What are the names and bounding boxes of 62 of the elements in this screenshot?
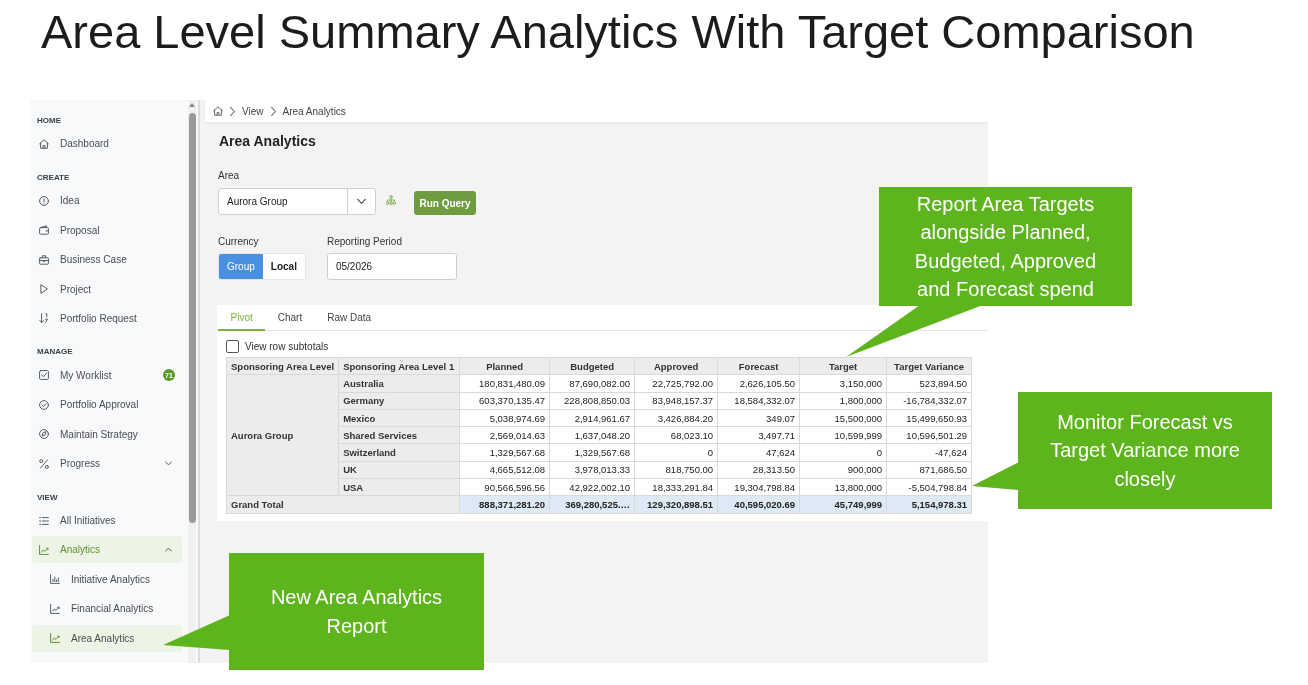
sidebar-item[interactable]: Idea <box>32 187 182 215</box>
home-icon[interactable] <box>213 106 223 116</box>
sidebar-item[interactable]: Progress <box>32 450 182 478</box>
sidebar-heading: HOME <box>37 115 61 127</box>
compass-icon <box>39 429 49 440</box>
column-header: Target <box>799 357 887 375</box>
column-header: Budgeted <box>549 357 635 375</box>
sidebar-item[interactable]: Proposal <box>32 216 182 244</box>
callout: New Area Analytics Report <box>229 553 484 670</box>
sidebar-item[interactable]: Portfolio Approval <box>32 391 182 419</box>
checkbox[interactable] <box>226 340 239 353</box>
callout-pointer <box>972 462 1019 490</box>
column-header: Planned <box>459 357 550 375</box>
line-chart-icon <box>50 603 60 614</box>
chevron-right-icon <box>230 106 235 116</box>
column-header: Target Variance <box>886 357 972 375</box>
area-dropdown[interactable]: Aurora Group <box>218 188 376 215</box>
sidebar-item[interactable]: All Initiatives <box>32 507 182 534</box>
field-label: Area <box>218 170 240 182</box>
page-title: Area Analytics <box>219 132 316 150</box>
percent-icon <box>39 458 49 469</box>
chevron-down-icon <box>357 197 366 206</box>
breadcrumb-link[interactable]: View <box>242 105 264 117</box>
field-label: Currency <box>218 236 259 248</box>
checkbox-label: View row subtotals <box>245 341 329 352</box>
sidebar-heading: CREATE <box>37 171 70 184</box>
tab[interactable]: Raw Data <box>314 305 384 331</box>
home-icon <box>39 139 49 149</box>
briefcase-icon <box>39 254 49 265</box>
check-circle-icon <box>39 399 49 410</box>
chevron-right-icon <box>270 106 276 116</box>
sidebar-subitem[interactable]: Financial Analytics <box>32 595 182 623</box>
tab[interactable]: Chart <box>265 305 315 331</box>
checked-box-icon <box>39 370 49 381</box>
sidebar-item[interactable]: Portfolio Request <box>32 304 182 332</box>
sidebar-heading: VIEW <box>37 491 58 504</box>
play-icon <box>39 284 49 295</box>
column-header: Forecast <box>717 357 800 375</box>
sidebar-item[interactable]: Project <box>32 275 182 303</box>
list-icon <box>39 515 49 526</box>
sidebar-heading: MANAGE <box>37 346 73 359</box>
callout-pointer <box>163 615 230 650</box>
sidebar-item[interactable]: Maintain Strategy <box>32 420 182 448</box>
column-header: Approved <box>634 357 718 375</box>
date-input[interactable]: 05/2026 <box>326 253 457 280</box>
line-chart-icon <box>39 544 49 555</box>
bar-chart-icon <box>50 574 60 585</box>
wallet-icon <box>39 225 49 236</box>
column-header: Sponsoring Area Level 1 <box>338 357 460 375</box>
column-header: Sponsoring Area Level <box>226 357 339 375</box>
row-group-header: Aurora Group <box>226 374 339 496</box>
exclamation-circle-icon <box>39 195 49 206</box>
sort-icon <box>39 313 49 324</box>
sidebar-subitem[interactable]: Initiative Analytics <box>32 565 182 593</box>
sidebar-item[interactable]: Business Case <box>32 246 182 274</box>
line-chart-icon <box>50 633 60 643</box>
breadcrumb-link[interactable]: Area Analytics <box>282 105 346 117</box>
slide-title: Area Level Summary Analytics With Target Comparison <box>41 6 1195 59</box>
sidebar-item[interactable]: Dashboard <box>32 130 182 158</box>
sidebar-subitem[interactable]: Area Analytics <box>32 624 182 652</box>
field-label: Reporting Period <box>326 236 402 248</box>
callout: Monitor Forecast vs Target Variance more closely <box>1018 392 1272 509</box>
